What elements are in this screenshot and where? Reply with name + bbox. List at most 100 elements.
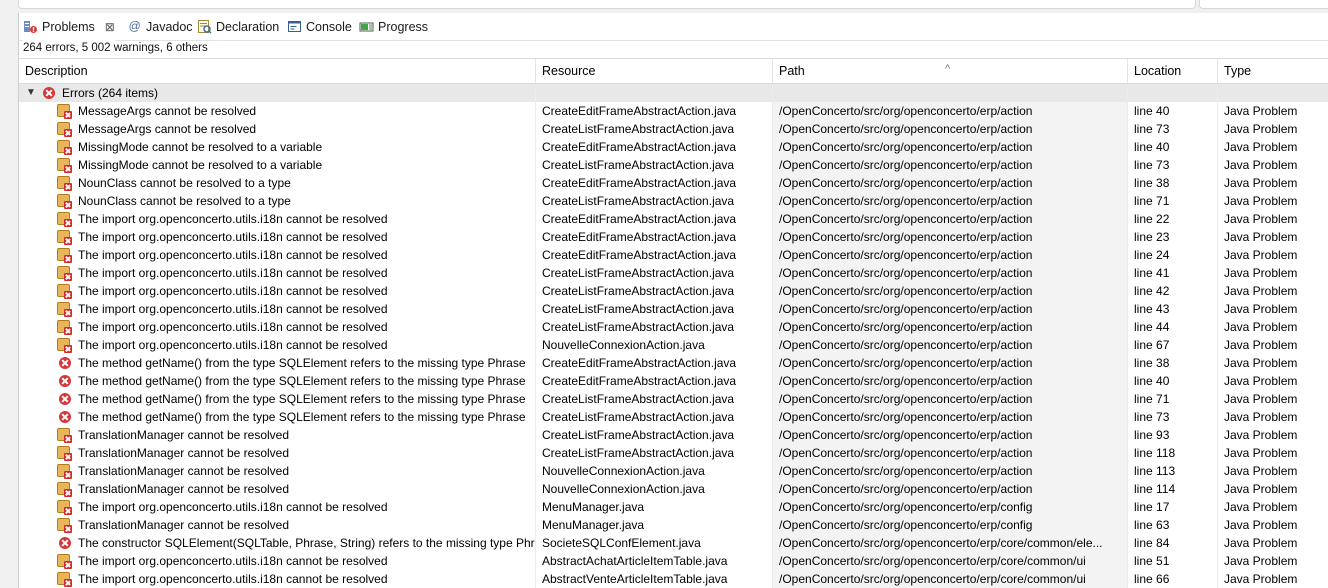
- description-text: The method getName() from the type SQLEl…: [78, 356, 526, 370]
- description-text: The import org.openconcerto.utils.i18n c…: [78, 212, 388, 226]
- column-header-description[interactable]: Description: [19, 59, 536, 83]
- column-header-resource[interactable]: Resource: [536, 59, 773, 83]
- description-text: TranslationManager cannot be resolved: [78, 464, 290, 478]
- java-error-icon: [57, 427, 73, 443]
- chevron-down-icon[interactable]: ▼: [25, 84, 37, 102]
- table-row[interactable]: The import org.openconcerto.utils.i18n c…: [19, 552, 1328, 570]
- table-row[interactable]: The import org.openconcerto.utils.i18n c…: [19, 570, 1328, 588]
- java-error-icon: [57, 139, 73, 155]
- type-cell: Java Problem: [1224, 212, 1298, 226]
- close-icon[interactable]: ⊠: [105, 20, 115, 34]
- description-text: TranslationManager cannot be resolved: [78, 482, 290, 496]
- window-top-strip: [0, 0, 1328, 12]
- problems-icon: [23, 19, 38, 34]
- description-text: The import org.openconcerto.utils.i18n c…: [78, 248, 388, 262]
- description-cell: The import org.openconcerto.utils.i18n c…: [19, 300, 536, 318]
- location-cell: line 40: [1128, 372, 1218, 390]
- description-cell: MissingMode cannot be resolved to a vari…: [19, 138, 536, 156]
- column-label: Description: [25, 64, 88, 78]
- type-cell: Java Problem: [1224, 104, 1298, 118]
- type-cell: Java Problem: [1224, 158, 1298, 172]
- table-row[interactable]: TranslationManager cannot be resolved Cre…: [19, 426, 1328, 444]
- description-cell: The import org.openconcerto.utils.i18n c…: [19, 498, 536, 516]
- table-row[interactable]: TranslationManager cannot be resolved Cre…: [19, 444, 1328, 462]
- column-header-path[interactable]: Path ^: [773, 59, 1128, 83]
- description-text: The import org.openconcerto.utils.i18n c…: [78, 572, 388, 586]
- description-cell: The import org.openconcerto.utils.i18n c…: [19, 552, 536, 570]
- table-row[interactable]: The import org.openconcerto.utils.i18n c…: [19, 300, 1328, 318]
- description-cell: NounClass cannot be resolved to a type: [19, 192, 536, 210]
- description-text: TranslationManager cannot be resolved: [78, 446, 290, 460]
- tab-console[interactable]: Console: [287, 13, 352, 40]
- table-row[interactable]: The import org.openconcerto.utils.i18n c…: [19, 228, 1328, 246]
- table-row[interactable]: MissingMode cannot be resolved to a vari…: [19, 156, 1328, 174]
- sort-ascending-icon: ^: [945, 63, 951, 75]
- resource-cell: CreateEditFrameAbstractAction.java: [536, 246, 773, 264]
- java-error-icon: [57, 103, 73, 119]
- description-text: The import org.openconcerto.utils.i18n c…: [78, 266, 388, 280]
- table-row[interactable]: The method getName() from the type SQLEl…: [19, 354, 1328, 372]
- location-cell: line 71: [1128, 192, 1218, 210]
- table-row[interactable]: TranslationManager cannot be resolved Nou…: [19, 480, 1328, 498]
- path-cell: /OpenConcerto/src/org/openconcerto/erp/c…: [773, 516, 1128, 534]
- problems-summary: 264 errors, 5 002 warnings, 6 others: [23, 42, 208, 54]
- group-row-errors[interactable]: ▼ Errors (264 items): [19, 84, 1328, 102]
- resource-cell: NouvelleConnexionAction.java: [536, 480, 773, 498]
- table-row[interactable]: MissingMode cannot be resolved to a vari…: [19, 138, 1328, 156]
- location-cell: line 40: [1128, 102, 1218, 120]
- table-row[interactable]: The constructor SQLElement(SQLTable, Phr…: [19, 534, 1328, 552]
- table-row[interactable]: TranslationManager cannot be resolved Nou…: [19, 462, 1328, 480]
- tab-declaration[interactable]: Declaration: [197, 13, 279, 40]
- tab-progress[interactable]: Progress: [359, 13, 428, 40]
- column-header-type[interactable]: Type: [1218, 59, 1328, 83]
- location-cell: line 38: [1128, 174, 1218, 192]
- table-row[interactable]: The import org.openconcerto.utils.i18n c…: [19, 264, 1328, 282]
- table-row[interactable]: The method getName() from the type SQLEl…: [19, 408, 1328, 426]
- table-row[interactable]: The method getName() from the type SQLEl…: [19, 372, 1328, 390]
- type-cell: Java Problem: [1224, 572, 1298, 586]
- description-cell: TranslationManager cannot be resolved: [19, 480, 536, 498]
- editor-area-edge: [18, 0, 1196, 9]
- table-row[interactable]: NounClass cannot be resolved to a type Cr…: [19, 192, 1328, 210]
- type-cell: Java Problem: [1224, 518, 1298, 532]
- java-error-icon: [57, 283, 73, 299]
- java-error-icon: [57, 157, 73, 173]
- path-cell: /OpenConcerto/src/org/openconcerto/erp/a…: [773, 174, 1128, 192]
- type-cell: Java Problem: [1224, 500, 1298, 514]
- description-cell: The import org.openconcerto.utils.i18n c…: [19, 246, 536, 264]
- location-cell: line 51: [1128, 552, 1218, 570]
- description-text: The import org.openconcerto.utils.i18n c…: [78, 338, 388, 352]
- table-row[interactable]: The method getName() from the type SQLEl…: [19, 390, 1328, 408]
- java-error-icon: [57, 499, 73, 515]
- table-row[interactable]: MessageArgs cannot be resolved CreateEdit…: [19, 102, 1328, 120]
- description-cell: The constructor SQLElement(SQLTable, Phr…: [19, 534, 536, 552]
- table-row[interactable]: The import org.openconcerto.utils.i18n c…: [19, 336, 1328, 354]
- tab-javadoc[interactable]: @ Javadoc: [127, 13, 192, 40]
- column-header-location[interactable]: Location: [1128, 59, 1218, 83]
- location-cell: line 63: [1128, 516, 1218, 534]
- description-cell: The import org.openconcerto.utils.i18n c…: [19, 570, 536, 588]
- console-icon: [287, 19, 302, 34]
- path-cell: /OpenConcerto/src/org/openconcerto/erp/a…: [773, 264, 1128, 282]
- tab-problems[interactable]: Problems ⊠: [23, 13, 115, 42]
- view-tab-bar: Problems ⊠ @ Javadoc Declaration Console…: [19, 13, 1328, 42]
- description-cell: MessageArgs cannot be resolved: [19, 102, 536, 120]
- location-cell: line 71: [1128, 390, 1218, 408]
- java-error-icon: [57, 481, 73, 497]
- table-row[interactable]: The import org.openconcerto.utils.i18n c…: [19, 282, 1328, 300]
- type-cell: Java Problem: [1224, 464, 1298, 478]
- empty-cell: [1128, 84, 1218, 102]
- problems-rows: MessageArgs cannot be resolved CreateEdit…: [19, 102, 1328, 588]
- error-icon: [57, 535, 73, 551]
- path-cell: /OpenConcerto/src/org/openconcerto/erp/a…: [773, 246, 1128, 264]
- table-row[interactable]: TranslationManager cannot be resolved Men…: [19, 516, 1328, 534]
- description-cell: TranslationManager cannot be resolved: [19, 426, 536, 444]
- table-row[interactable]: MessageArgs cannot be resolved CreateList…: [19, 120, 1328, 138]
- table-row[interactable]: The import org.openconcerto.utils.i18n c…: [19, 246, 1328, 264]
- table-row[interactable]: NounClass cannot be resolved to a type Cr…: [19, 174, 1328, 192]
- table-row[interactable]: The import org.openconcerto.utils.i18n c…: [19, 498, 1328, 516]
- table-row[interactable]: The import org.openconcerto.utils.i18n c…: [19, 318, 1328, 336]
- type-cell: Java Problem: [1224, 122, 1298, 136]
- description-text: The import org.openconcerto.utils.i18n c…: [78, 284, 388, 298]
- table-row[interactable]: The import org.openconcerto.utils.i18n c…: [19, 210, 1328, 228]
